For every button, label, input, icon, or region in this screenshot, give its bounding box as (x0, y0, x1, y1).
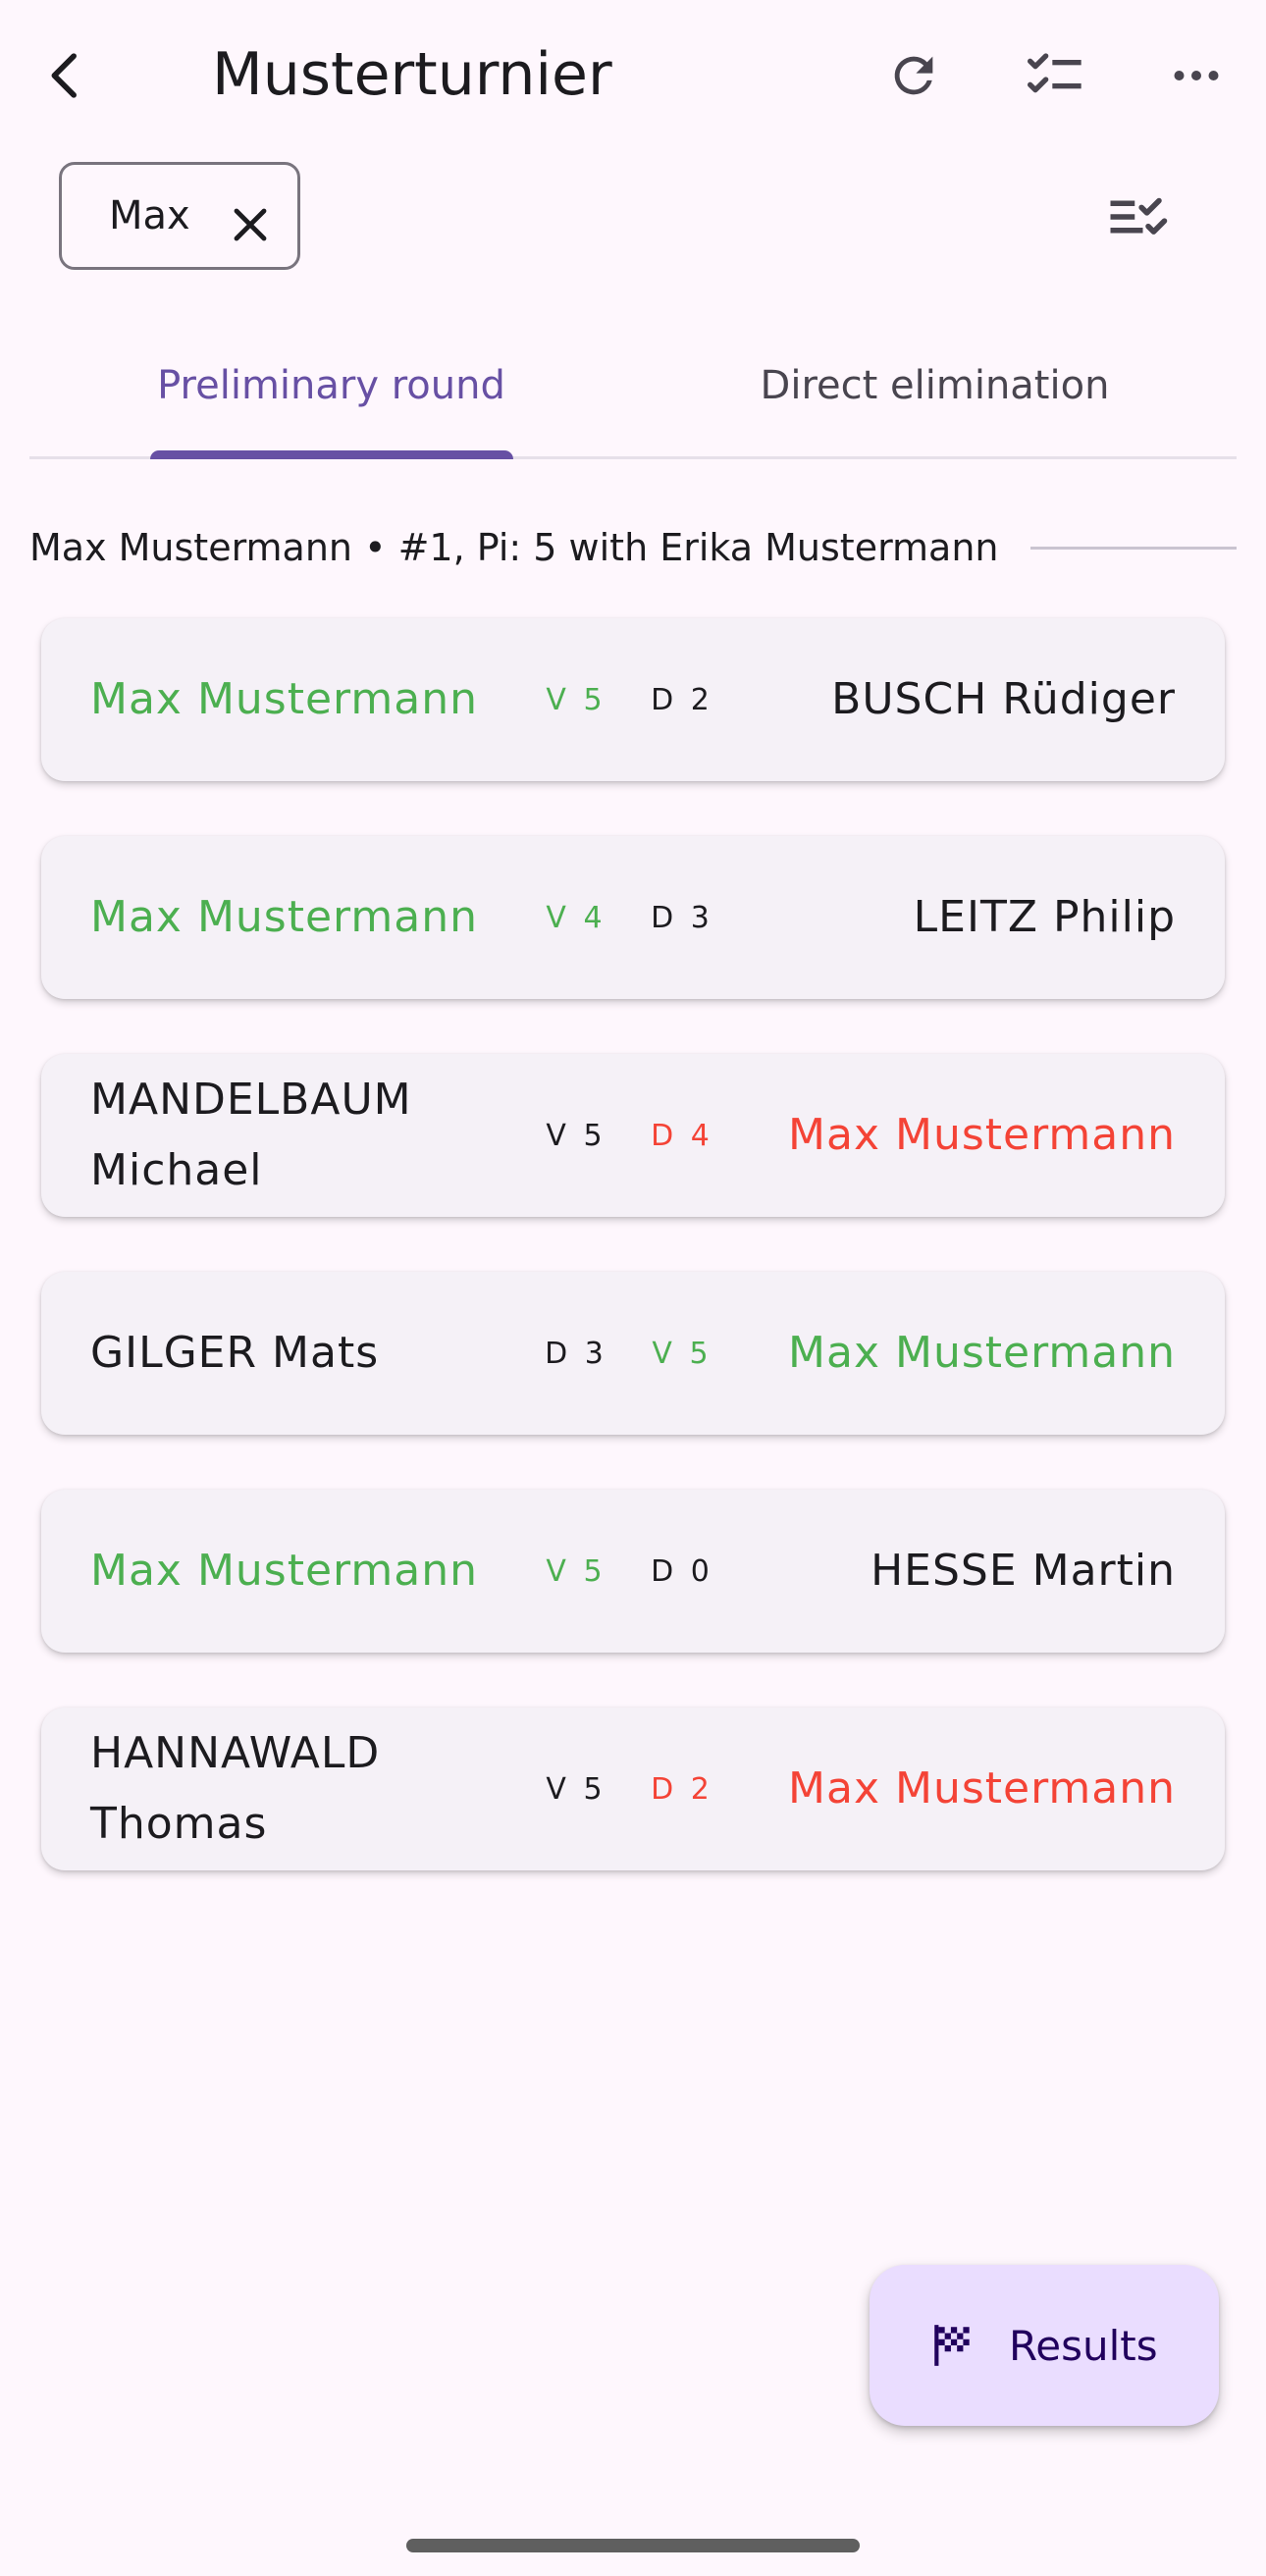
app-bar: Musterturnier (0, 0, 1266, 152)
more-options-button[interactable] (1142, 22, 1250, 130)
sort-checklist-icon (1110, 197, 1168, 235)
checklist-icon (1028, 53, 1081, 93)
right-fencer-name: Max Mustermann (788, 1328, 1176, 1378)
left-fencer-name: Max Mustermann (90, 674, 478, 724)
checkered-flag-icon (934, 2325, 970, 2366)
right-score: D 4 (651, 1118, 713, 1153)
tab-direct-elimination[interactable]: Direct elimination (633, 314, 1237, 456)
filter-chip[interactable]: Max (59, 162, 300, 270)
back-arrow-icon (51, 53, 77, 98)
right-fencer-name: BUSCH Rüdiger (831, 674, 1176, 724)
left-score: V 5 (546, 1553, 607, 1589)
left-score: V 4 (546, 900, 607, 935)
bout-list: Max Mustermann V 5 D 2 BUSCH Rüdiger Max… (41, 618, 1225, 1925)
right-fencer-name: HESSE Martin (870, 1546, 1176, 1596)
left-fencer-name: HANNAWALD Thomas (90, 1728, 381, 1849)
right-score: D 2 (651, 682, 713, 717)
more-horizontal-icon (1174, 71, 1219, 80)
bout-card[interactable]: MANDELBAUM Michael V 5 D 4 Max Musterman… (41, 1054, 1225, 1217)
right-fencer-name: Max Mustermann (788, 1763, 1176, 1814)
bout-card[interactable]: Max Mustermann V 5 D 2 BUSCH Rüdiger (41, 618, 1225, 781)
right-score: D 0 (651, 1553, 713, 1589)
sort-filter-button[interactable] (1083, 163, 1191, 271)
left-score: V 5 (546, 682, 607, 717)
left-score: D 3 (545, 1336, 607, 1371)
back-button[interactable] (12, 22, 120, 130)
right-score: V 5 (652, 1336, 712, 1371)
left-fencer-name: Max Mustermann (90, 1546, 478, 1596)
left-fencer-name: GILGER Mats (90, 1328, 380, 1378)
tab-indicator (150, 450, 513, 459)
bout-card[interactable]: GILGER Mats D 3 V 5 Max Mustermann (41, 1272, 1225, 1435)
results-button-label: Results (1009, 2321, 1158, 2370)
left-score: V 5 (546, 1771, 607, 1807)
filter-chip-label: Max (109, 193, 190, 238)
refresh-button[interactable] (860, 22, 968, 130)
pool-header: Max Mustermann • #1, Pi: 5 with Erika Mu… (29, 518, 1237, 577)
left-fencer-name: Max Mustermann (90, 892, 478, 942)
divider (1029, 546, 1237, 550)
bout-card[interactable]: Max Mustermann V 5 D 0 HESSE Martin (41, 1490, 1225, 1653)
home-indicator[interactable] (406, 2539, 860, 2552)
left-score: V 5 (546, 1118, 607, 1153)
pool-header-text: Max Mustermann • #1, Pi: 5 with Erika Mu… (29, 526, 999, 569)
refresh-icon (894, 56, 933, 95)
right-fencer-name: Max Mustermann (788, 1110, 1176, 1160)
right-score: D 2 (651, 1771, 713, 1807)
bout-card[interactable]: HANNAWALD Thomas V 5 D 2 Max Mustermann (41, 1708, 1225, 1870)
results-button[interactable]: Results (870, 2265, 1219, 2426)
checklist-button[interactable] (1001, 22, 1109, 130)
page-title: Musterturnier (212, 40, 612, 109)
close-icon[interactable] (227, 201, 274, 248)
bout-card[interactable]: Max Mustermann V 4 D 3 LEITZ Philip (41, 836, 1225, 999)
right-score: D 3 (651, 900, 713, 935)
right-fencer-name: LEITZ Philip (913, 892, 1176, 942)
tab-preliminary-round[interactable]: Preliminary round (29, 314, 633, 456)
tab-bar: Preliminary round Direct elimination (29, 314, 1237, 459)
left-fencer-name: MANDELBAUM Michael (90, 1075, 412, 1195)
